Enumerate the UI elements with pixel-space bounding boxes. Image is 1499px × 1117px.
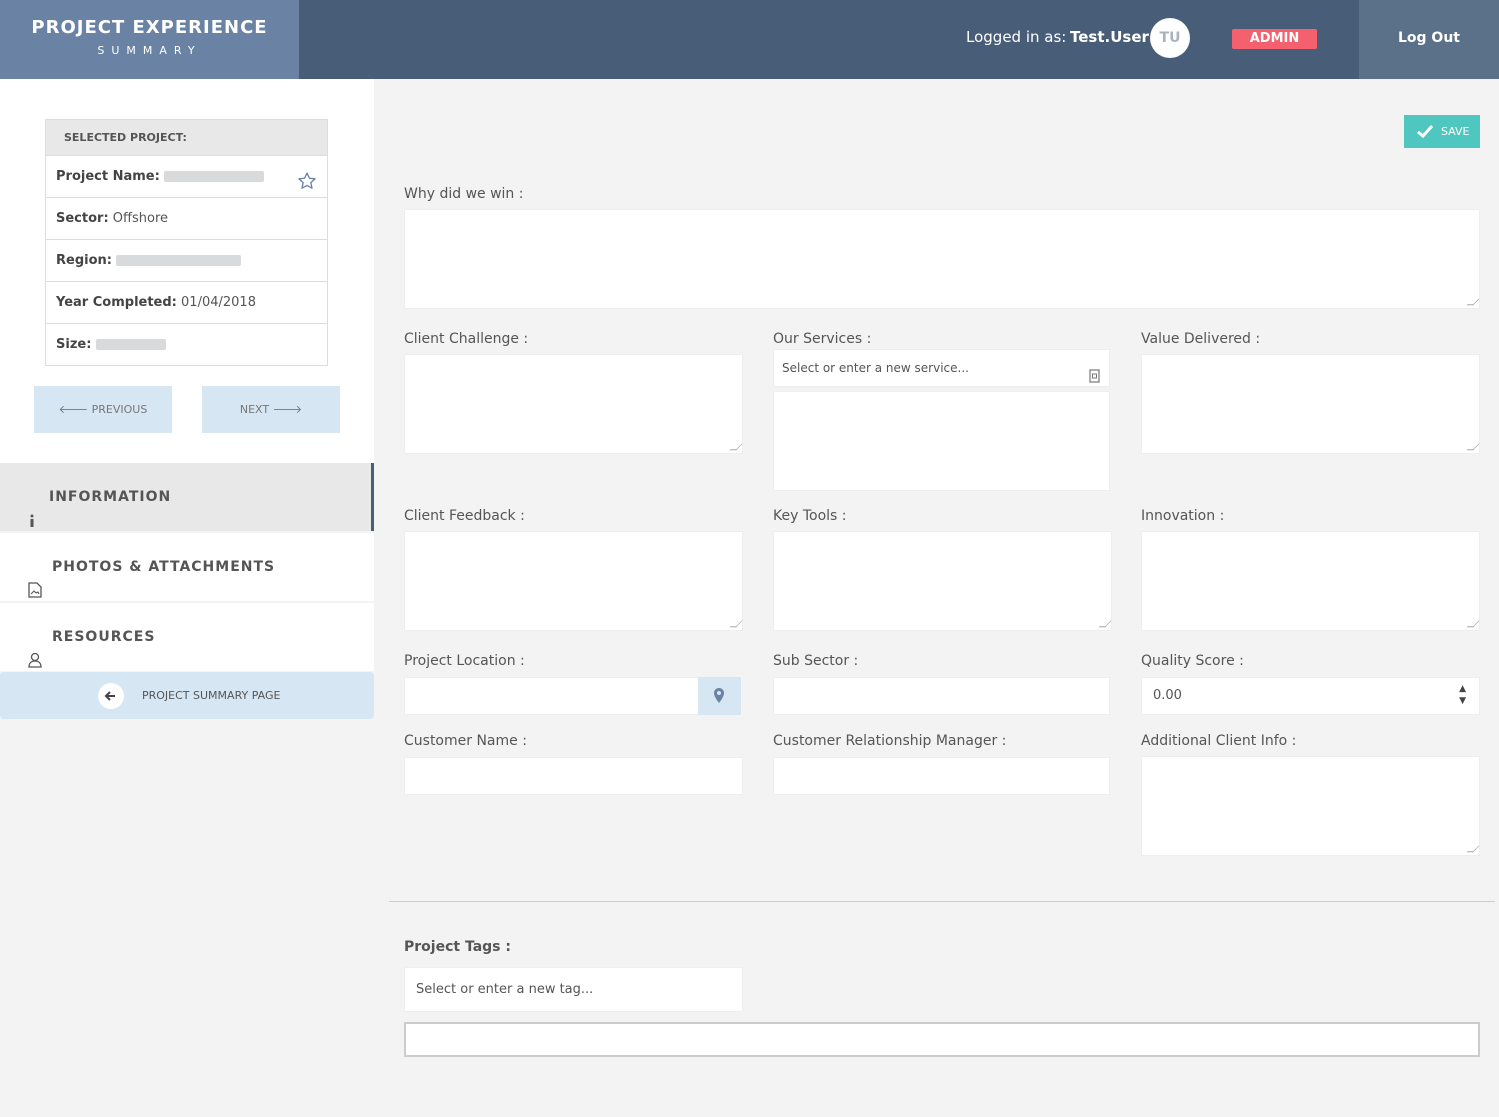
crm-input[interactable] <box>773 757 1110 795</box>
brand-title: PROJECT EXPERIENCE <box>31 17 268 38</box>
menu-resources[interactable]: RESOURCES <box>0 603 374 671</box>
app-brand[interactable]: PROJECT EXPERIENCE SUMMARY <box>0 0 299 79</box>
year-value: 01/04/2018 <box>181 295 256 310</box>
project-name-row: Project Name: <box>45 156 328 198</box>
check-icon <box>1417 125 1433 138</box>
menu-photos-attachments[interactable]: PHOTOS & ATTACHMENTS <box>0 533 374 601</box>
tags-placeholder: Select or enter a new tag... <box>416 982 594 997</box>
project-location-input[interactable] <box>404 677 699 715</box>
sidebar: SELECTED PROJECT: Project Name: Sector: … <box>0 79 374 1117</box>
additional-info-textarea[interactable] <box>1141 756 1480 856</box>
region-row: Region: <box>45 240 328 282</box>
arrow-left-circle-icon <box>98 683 124 709</box>
number-spinner[interactable]: ▲ ▼ <box>1459 683 1466 707</box>
crm-label: Customer Relationship Manager : <box>773 733 1007 749</box>
selected-project-header: SELECTED PROJECT: <box>45 119 328 156</box>
key-tools-textarea[interactable] <box>773 531 1112 631</box>
sector-label: Sector: <box>56 211 109 226</box>
services-selected-box[interactable] <box>773 391 1110 491</box>
menu-information-label: INFORMATION <box>49 489 172 505</box>
project-location-label: Project Location : <box>404 653 525 669</box>
quality-score-value: 0.00 <box>1153 688 1182 703</box>
client-feedback-textarea[interactable] <box>404 531 743 631</box>
quality-score-label: Quality Score : <box>1141 653 1244 669</box>
quality-score-input[interactable]: 0.00 ▲ ▼ <box>1141 677 1480 715</box>
next-label: NEXT <box>239 403 270 416</box>
top-header: PROJECT EXPERIENCE SUMMARY Logged in as:… <box>0 0 1499 79</box>
client-challenge-textarea[interactable] <box>404 354 743 454</box>
sector-value: Offshore <box>112 211 169 226</box>
region-label: Region: <box>56 253 112 268</box>
region-redacted <box>116 255 242 266</box>
username: Test.User <box>1070 28 1149 46</box>
arrow-left-icon: 🡐 <box>58 403 89 416</box>
sub-sector-label: Sub Sector : <box>773 653 859 669</box>
tags-selected-box[interactable] <box>404 1022 1480 1057</box>
save-label: SAVE <box>1441 125 1470 138</box>
our-services-label: Our Services : <box>773 331 872 347</box>
year-label: Year Completed: <box>56 295 177 310</box>
size-label: Size: <box>56 337 92 352</box>
customer-name-input[interactable] <box>404 757 743 795</box>
value-delivered-textarea[interactable] <box>1141 354 1480 454</box>
client-feedback-label: Client Feedback : <box>404 508 525 524</box>
section-divider <box>389 901 1495 902</box>
project-name-redacted <box>163 171 264 182</box>
previous-label: PREVIOUS <box>91 403 148 416</box>
additional-info-label: Additional Client Info : <box>1141 733 1297 749</box>
key-tools-label: Key Tools : <box>773 508 847 524</box>
client-challenge-label: Client Challenge : <box>404 331 529 347</box>
size-redacted <box>95 339 166 350</box>
location-pin-button[interactable] <box>698 677 741 715</box>
previous-button[interactable]: 🡐 PREVIOUS <box>34 386 172 433</box>
innovation-label: Innovation : <box>1141 508 1225 524</box>
arrow-right-icon: 🡒 <box>272 403 303 416</box>
size-row: Size: <box>45 324 328 366</box>
year-row: Year Completed: 01/04/2018 <box>45 282 328 324</box>
services-placeholder: Select or enter a new service... <box>782 361 969 375</box>
menu-information[interactable]: INFORMATION <box>0 463 374 531</box>
logged-in-label: Logged in as: <box>966 28 1067 46</box>
next-button[interactable]: NEXT 🡒 <box>202 386 340 433</box>
selected-project-card: SELECTED PROJECT: Project Name: Sector: … <box>45 119 328 366</box>
summary-page-label: PROJECT SUMMARY PAGE <box>142 689 281 702</box>
sidebar-project-panel: SELECTED PROJECT: Project Name: Sector: … <box>0 79 374 463</box>
project-summary-page-link[interactable]: PROJECT SUMMARY PAGE <box>0 672 374 719</box>
sector-row: Sector: Offshore <box>45 198 328 240</box>
logout-button[interactable]: Log Out <box>1359 0 1499 79</box>
menu-photos-label: PHOTOS & ATTACHMENTS <box>52 559 276 575</box>
save-button[interactable]: SAVE <box>1404 115 1480 148</box>
customer-name-label: Customer Name : <box>404 733 527 749</box>
services-select[interactable]: Select or enter a new service... <box>773 349 1110 387</box>
role-badge: ADMIN <box>1232 29 1317 49</box>
why-win-label: Why did we win : <box>404 186 524 202</box>
project-tags-label: Project Tags : <box>404 939 511 955</box>
avatar[interactable]: TU <box>1150 18 1190 58</box>
sub-sector-input[interactable] <box>773 677 1110 715</box>
value-delivered-label: Value Delivered : <box>1141 331 1261 347</box>
brand-subtitle: SUMMARY <box>97 44 202 57</box>
why-win-textarea[interactable] <box>404 209 1480 309</box>
project-name-label: Project Name: <box>56 169 160 184</box>
menu-resources-label: RESOURCES <box>52 629 156 645</box>
project-tags-select[interactable]: Select or enter a new tag... <box>404 967 743 1012</box>
innovation-textarea[interactable] <box>1141 531 1480 631</box>
map-marker-icon <box>713 687 725 708</box>
